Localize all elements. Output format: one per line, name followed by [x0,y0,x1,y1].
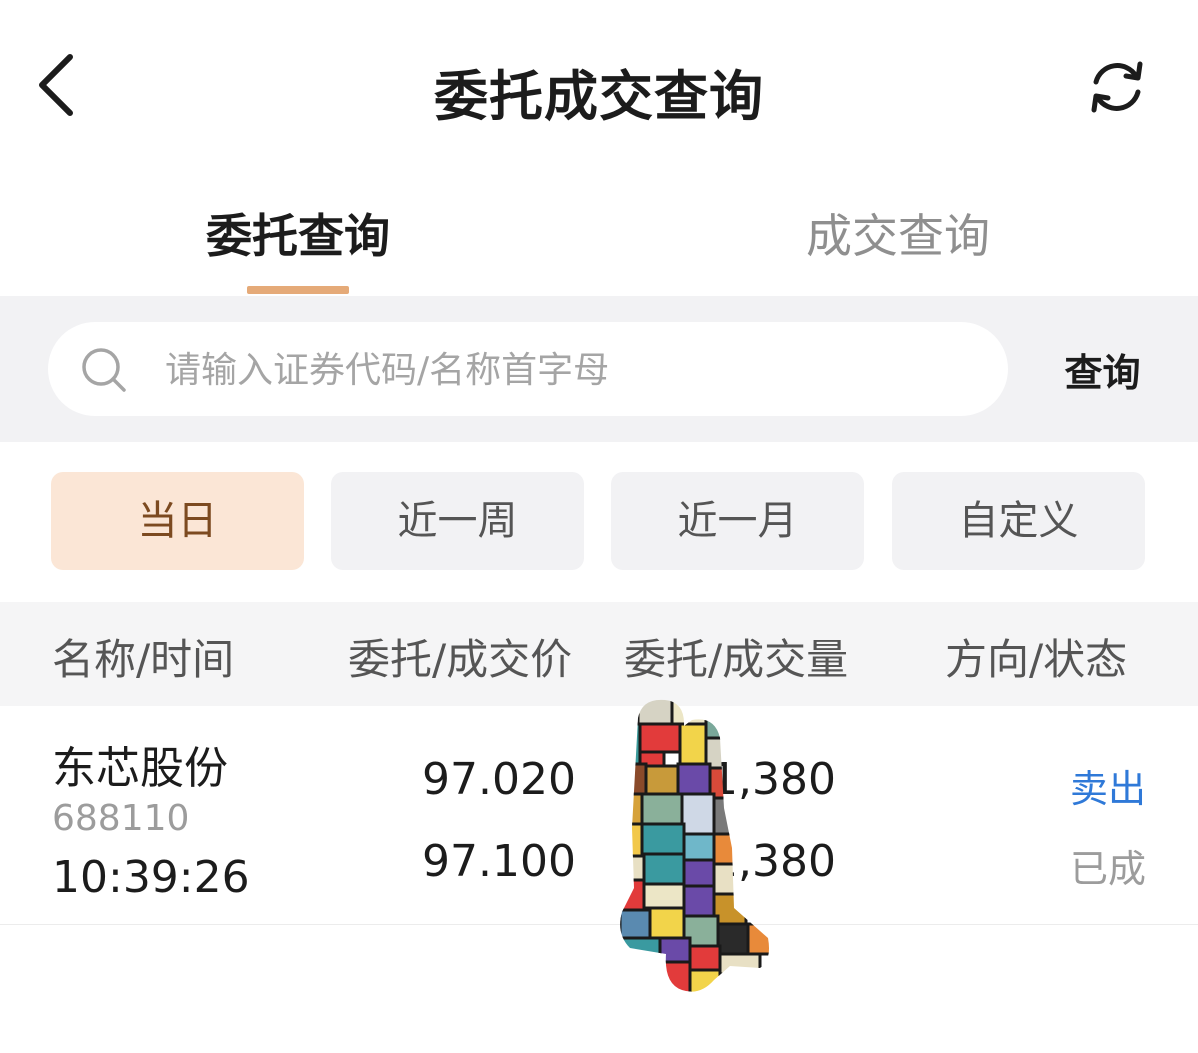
filter-custom[interactable]: 自定义 [892,472,1145,570]
query-tabs: 委托查询 成交查询 [0,170,1198,296]
filter-today[interactable]: 当日 [51,472,304,570]
order-price: 97.020 [422,754,576,805]
refresh-icon [1091,61,1143,113]
search-input[interactable] [163,338,987,402]
tab-entrust-query[interactable]: 委托查询 [198,200,398,266]
filter-last-week[interactable]: 近一周 [331,472,584,570]
query-button[interactable]: 查询 [1050,342,1155,397]
search-bar: 查询 [0,296,1198,442]
order-time: 10:39:26 [52,852,250,903]
table-header: 名称/时间 委托/成交价 委托/成交量 方向/状态 [0,602,1198,706]
stock-name: 东芯股份 [52,743,228,794]
table-row[interactable]: 东芯股份 688110 10:39:26 97.020 97.100 1,380… [0,712,1198,925]
filter-last-month[interactable]: 近一月 [611,472,864,570]
order-status: 已成 [1069,847,1146,891]
date-filter-group: 当日 近一周 近一月 自定义 [0,442,1198,602]
refresh-button[interactable] [1082,52,1152,122]
search-box [48,322,1008,416]
top-bar: 委托成交查询 [0,0,1198,170]
stock-code: 688110 [52,798,190,839]
active-tab-indicator [247,286,349,294]
column-header-price: 委托/成交价 [348,635,573,684]
tab-deal-query[interactable]: 成交查询 [798,200,998,266]
column-header-name-time: 名称/时间 [52,635,235,684]
column-header-direction-status: 方向/状态 [945,635,1128,684]
column-header-quantity: 委托/成交量 [624,635,849,684]
deal-price: 97.100 [422,836,576,887]
search-icon [82,348,126,392]
privacy-mosaic [620,699,770,992]
page-title: 委托成交查询 [434,65,764,128]
trade-direction: 卖出 [1069,767,1146,811]
